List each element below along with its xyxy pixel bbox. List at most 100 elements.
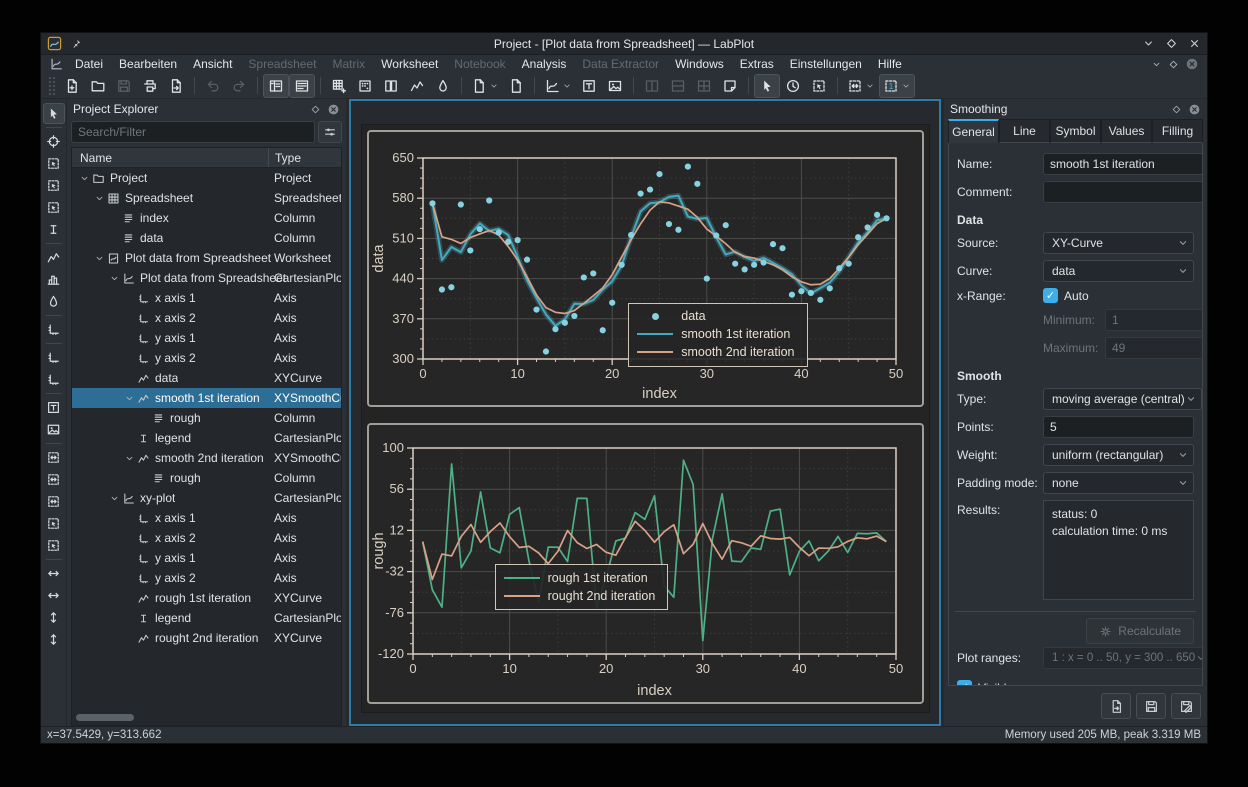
add-text-label-button[interactable] <box>576 74 602 98</box>
tree-row-data-xycurve[interactable]: dataXYCurve <box>72 368 341 388</box>
select-tool-button[interactable] <box>43 103 65 124</box>
tree-row-y-axis-1-axis[interactable]: y axis 1Axis <box>72 548 341 568</box>
shift-right-x-button[interactable] <box>43 585 65 606</box>
select-mode-button[interactable] <box>754 74 780 98</box>
add-image-button[interactable] <box>43 419 65 440</box>
shift-left-x-button[interactable] <box>43 563 65 584</box>
add-histogram-button[interactable] <box>43 269 65 290</box>
color-maps-button[interactable] <box>430 74 456 98</box>
tab-values[interactable]: Values <box>1101 119 1152 143</box>
tab-general[interactable]: General <box>948 119 999 143</box>
menu-windows[interactable]: Windows <box>667 57 732 71</box>
toggle-properties-explorer-button[interactable] <box>289 74 315 98</box>
minimize-button[interactable] <box>1142 37 1155 50</box>
tree-row-spreadsheet-spreadsheet[interactable]: SpreadsheetSpreadsheet <box>72 188 341 208</box>
x-axis-title[interactable]: index <box>637 683 672 699</box>
xrange-auto-checkbox[interactable]: ✓ <box>1043 288 1058 303</box>
load-config-button[interactable] <box>1101 693 1131 719</box>
zoom-x-select-tool-button[interactable] <box>43 175 65 196</box>
comment-field[interactable] <box>1043 181 1203 203</box>
export-button[interactable] <box>163 74 189 98</box>
x-axis-title[interactable]: index <box>642 386 677 402</box>
auto-scale-y-button[interactable] <box>43 491 65 512</box>
zoom-level-button[interactable] <box>879 74 915 98</box>
close-button[interactable] <box>1188 37 1201 50</box>
new-matrix-button[interactable] <box>352 74 378 98</box>
plot-data-from-spreadsheet[interactable]: 01020304050300370440510580650indexdata d… <box>367 130 924 407</box>
title-bar[interactable]: Project - [Plot data from Spreadsheet] —… <box>41 33 1207 55</box>
save-default-config-button[interactable] <box>1171 693 1201 719</box>
plot-legend[interactable]: datasmooth 1st iterationsmooth 2nd itera… <box>628 303 807 367</box>
tree-header-type[interactable]: Type <box>268 148 341 167</box>
print-button[interactable] <box>137 74 163 98</box>
expander-chevron-icon[interactable] <box>93 193 106 204</box>
add-image-button[interactable] <box>602 74 628 98</box>
properties-header[interactable]: Smoothing <box>944 99 1207 119</box>
new-workbook-button[interactable] <box>378 74 404 98</box>
zoom-in-button[interactable] <box>43 513 65 534</box>
zoom-select-mode-button[interactable] <box>806 74 832 98</box>
y-axis-title[interactable]: rough <box>371 532 387 569</box>
tab-line[interactable]: Line <box>999 119 1050 143</box>
expander-chevron-icon[interactable] <box>108 273 121 284</box>
pin-icon[interactable] <box>70 38 82 50</box>
tree-row-rough-column[interactable]: roughColumn <box>72 468 341 488</box>
tree-row-smooth-2nd-iteration-xysmoothcurve[interactable]: smooth 2nd iterationXYSmoothCurve <box>72 448 341 468</box>
menu-einstellungen[interactable]: Einstellungen <box>782 57 870 71</box>
add-fourier-filter-button[interactable] <box>43 291 65 312</box>
worksheet-page[interactable]: 01020304050300370440510580650indexdata d… <box>361 124 930 713</box>
tree-row-smooth-1st-iteration-xysmoothcurve[interactable]: smooth 1st iterationXYSmoothCurve <box>72 388 341 408</box>
tree-row-x-axis-2-axis[interactable]: x axis 2Axis <box>72 528 341 548</box>
xy-plot[interactable]: 01020304050-120-76-321256100indexrough r… <box>367 423 924 704</box>
menu-extras[interactable]: Extras <box>732 57 782 71</box>
tree-row-plot-data-from-spreadsheet-worksheet[interactable]: Plot data from SpreadsheetWorksheet <box>72 248 341 268</box>
search-input[interactable] <box>71 121 315 143</box>
menu-ansicht[interactable]: Ansicht <box>185 57 240 71</box>
dock-close-button[interactable] <box>327 103 340 116</box>
menu-bearbeiten[interactable]: Bearbeiten <box>111 57 185 71</box>
tree-row-project-project[interactable]: ProjectProject <box>72 168 341 188</box>
zoom-select-tool-button[interactable] <box>43 153 65 174</box>
dock-float-button[interactable] <box>1171 104 1182 115</box>
name-field[interactable] <box>1043 153 1203 175</box>
plot-legend[interactable]: rough 1st iterationrought 2nd iteration <box>495 564 669 610</box>
menu-analysis[interactable]: Analysis <box>514 57 575 71</box>
y-axis-title[interactable]: data <box>371 243 387 272</box>
tree-row-y-axis-2-axis[interactable]: y axis 2Axis <box>72 348 341 368</box>
add-xy-curve-button[interactable] <box>43 247 65 268</box>
tree-row-x-axis-1-axis[interactable]: x axis 1Axis <box>72 508 341 528</box>
add-axis-button[interactable] <box>43 319 65 340</box>
tree-header[interactable]: Name Type <box>72 148 341 168</box>
scrollbar-thumb[interactable] <box>76 714 134 721</box>
tree-horizontal-scrollbar[interactable] <box>76 714 337 721</box>
tree-row-y-axis-1-axis[interactable]: y axis 1Axis <box>72 328 341 348</box>
tree-row-x-axis-2-axis[interactable]: x axis 2Axis <box>72 308 341 328</box>
tree-row-y-axis-2-axis[interactable]: y axis 2Axis <box>72 568 341 588</box>
cursor-line-tool-button[interactable] <box>43 219 65 240</box>
tree-row-x-axis-1-axis[interactable]: x axis 1Axis <box>72 288 341 308</box>
dock-float-button[interactable] <box>310 104 321 115</box>
points-field[interactable] <box>1044 417 1194 437</box>
tree-row-legend-cartesianplotlegend[interactable]: legendCartesianPlotLegend <box>72 608 341 628</box>
padding-mode-combobox[interactable]: none <box>1043 472 1194 494</box>
toggle-project-explorer-button[interactable] <box>263 74 289 98</box>
tree-row-plot-data-from-spreadsheet-cartesianplot[interactable]: Plot data from SpreadsheetCartesianPlot <box>72 268 341 288</box>
mdi-close-button[interactable] <box>1185 57 1199 71</box>
weight-combobox[interactable]: uniform (rectangular) <box>1043 444 1194 466</box>
tree-row-data-column[interactable]: dataColumn <box>72 228 341 248</box>
shift-down-y-button[interactable] <box>43 629 65 650</box>
add-left-axis-button[interactable] <box>43 369 65 390</box>
toolbar-handle[interactable] <box>49 77 55 95</box>
new-datasource-button[interactable] <box>404 74 430 98</box>
curve-combobox[interactable]: data <box>1043 260 1194 282</box>
expander-chevron-icon[interactable] <box>108 493 121 504</box>
project-explorer-header[interactable]: Project Explorer <box>67 99 346 119</box>
source-combobox[interactable]: XY-Curve <box>1043 232 1194 254</box>
new-note-button[interactable] <box>503 74 529 98</box>
crosshair-tool-button[interactable] <box>43 131 65 152</box>
expander-chevron-icon[interactable] <box>93 253 106 264</box>
points-spinbox[interactable] <box>1043 416 1194 438</box>
menu-worksheet[interactable]: Worksheet <box>373 57 446 71</box>
sticky-note-button[interactable] <box>717 74 743 98</box>
dock-close-button[interactable] <box>1188 103 1201 116</box>
